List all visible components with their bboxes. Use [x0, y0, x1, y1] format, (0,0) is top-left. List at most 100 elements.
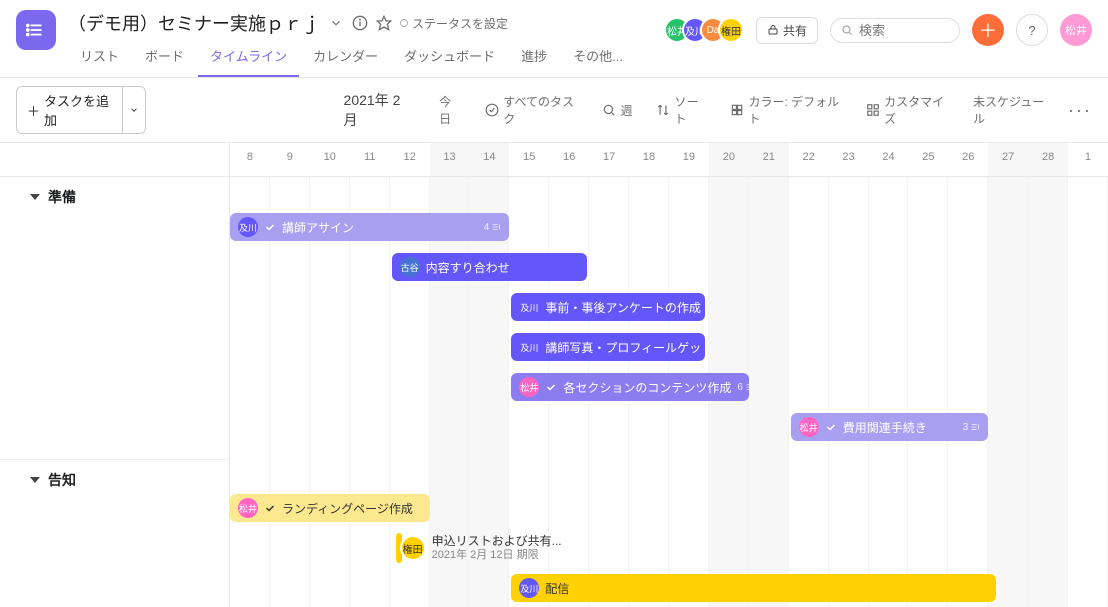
timeline-row: 及川 講師アサイン 4 [230, 209, 1108, 249]
assignee-avatar: 及川 [519, 297, 539, 317]
month-label: 2021年 2月 [344, 90, 410, 130]
date-header: 8910111213141516171819202122232425262728… [230, 143, 1108, 177]
day-header: 23 [829, 143, 869, 176]
timeline-row: 権田申込リストおよび共有...2021年 2月 12日 期限 [230, 530, 1108, 570]
section-name: 準備 [48, 187, 76, 207]
tab-4[interactable]: ダッシュボード [392, 38, 507, 77]
task-milestone[interactable]: 権田申込リストおよび共有...2021年 2月 12日 期限 [396, 530, 562, 566]
section-header[interactable]: 告知 [0, 459, 229, 494]
task-due: 2021年 2月 12日 期限 [432, 549, 562, 562]
assignee-avatar: 松井 [799, 417, 819, 437]
task-bar[interactable]: 及川講師写真・プロフィールゲット [511, 333, 705, 361]
subtask-count: 4 [484, 222, 502, 233]
zoom-icon [602, 103, 616, 117]
project-tabs: リストボードタイムラインカレンダーダッシュボード進捗その他... [68, 38, 652, 77]
day-header: 16 [549, 143, 589, 176]
day-header: 12 [390, 143, 430, 176]
subtask-count: 6 [737, 382, 748, 393]
unscheduled-button[interactable]: 未スケジュール [967, 89, 1056, 131]
sort-button[interactable]: ソート [650, 89, 712, 131]
day-header: 28 [1028, 143, 1068, 176]
task-bar[interactable]: 及川事前・事後アンケートの作成7 [511, 293, 705, 321]
task-bar[interactable]: 及川配信 [511, 574, 996, 602]
add-task-button[interactable]: ＋ タスクを追加 [16, 86, 122, 134]
task-title: 各セクションのコンテンツ作成 [563, 379, 731, 396]
global-add-button[interactable]: ＋ [972, 14, 1004, 46]
today-button[interactable]: 今日 [433, 89, 467, 131]
check-icon [825, 421, 837, 433]
more-menu[interactable]: ··· [1068, 100, 1092, 121]
day-header: 25 [908, 143, 948, 176]
current-user-avatar[interactable]: 松井 [1060, 14, 1092, 46]
chevron-down-icon[interactable] [328, 15, 344, 31]
day-header: 9 [270, 143, 310, 176]
tab-2[interactable]: タイムライン [198, 38, 299, 77]
customize-button[interactable]: カスタマイズ [860, 89, 955, 131]
member-avatars[interactable]: 松井及川Da権田 [664, 17, 744, 43]
timeline: 準備告知 89101112131415161718192021222324252… [0, 143, 1108, 607]
task-title: 内容すり合わせ [426, 259, 510, 276]
status-dot-icon [400, 19, 408, 27]
day-header: 18 [629, 143, 669, 176]
search-field[interactable] [859, 23, 949, 38]
day-header: 11 [350, 143, 390, 176]
collapse-icon[interactable] [30, 194, 40, 200]
customize-icon [866, 103, 880, 117]
assignee-avatar: 及川 [238, 217, 258, 237]
assignee-avatar: 及川 [519, 578, 539, 598]
task-title: 講師アサイン [282, 219, 354, 236]
timeline-row: 及川講師写真・プロフィールゲット [230, 329, 1108, 369]
add-task-dropdown[interactable] [122, 86, 146, 134]
task-bar[interactable]: 松井 各セクションのコンテンツ作成 6 [511, 373, 748, 401]
task-bar[interactable]: 古谷内容すり合わせ [392, 253, 588, 281]
task-bar[interactable]: 松井 費用関連手続き 3 [791, 413, 989, 441]
day-header: 10 [310, 143, 350, 176]
color-selector[interactable]: カラー: デフォルト [724, 89, 848, 131]
tab-1[interactable]: ボード [133, 38, 196, 77]
task-title: ランディングページ作成 [282, 500, 413, 517]
section-header[interactable]: 準備 [0, 177, 229, 211]
tab-3[interactable]: カレンダー [301, 38, 390, 77]
task-title: 講師写真・プロフィールゲット [545, 339, 705, 356]
toolbar: ＋ タスクを追加 2021年 2月 今日 すべてのタスク 週 ソート カラー: … [0, 78, 1108, 143]
tab-0[interactable]: リスト [68, 38, 131, 77]
zoom-selector[interactable]: 週 [596, 98, 638, 123]
day-header: 1 [1068, 143, 1108, 176]
color-icon [730, 103, 744, 117]
project-title[interactable]: （デモ用）セミナー実施ｐｒｊ [68, 10, 320, 36]
tab-6[interactable]: その他... [561, 38, 635, 77]
task-title: 配信 [545, 580, 569, 597]
assignee-avatar: 古谷 [400, 257, 420, 277]
check-circle-icon [485, 103, 499, 117]
task-title: 事前・事後アンケートの作成 [545, 299, 701, 316]
day-header: 19 [669, 143, 709, 176]
assignee-avatar: 松井 [238, 498, 258, 518]
collapse-icon[interactable] [30, 477, 40, 483]
timeline-row: 古谷内容すり合わせ [230, 249, 1108, 289]
day-header: 21 [749, 143, 789, 176]
star-icon[interactable] [376, 15, 392, 31]
set-status[interactable]: ステータスを設定 [400, 15, 508, 32]
section-name: 告知 [48, 470, 76, 490]
search-icon [841, 23, 853, 37]
assignee-avatar: 及川 [519, 337, 539, 357]
assignee-avatar: 松井 [519, 377, 539, 397]
help-button[interactable]: ? [1016, 14, 1048, 46]
timeline-row: 及川配信 [230, 570, 1108, 607]
info-icon[interactable] [352, 15, 368, 31]
task-title: 費用関連手続き [843, 419, 927, 436]
task-bar[interactable]: 及川 講師アサイン 4 [230, 213, 509, 241]
day-header: 20 [709, 143, 749, 176]
member-avatar[interactable]: 権田 [718, 17, 744, 43]
share-button[interactable]: 共有 [756, 17, 818, 44]
day-header: 13 [430, 143, 470, 176]
task-bar[interactable]: 松井 ランディングページ作成 [230, 494, 430, 522]
project-icon[interactable] [16, 10, 56, 50]
all-tasks-filter[interactable]: すべてのタスク [479, 89, 584, 131]
tab-5[interactable]: 進捗 [509, 38, 559, 77]
subtask-count: 3 [963, 422, 981, 433]
day-header: 15 [509, 143, 549, 176]
timeline-row: 及川事前・事後アンケートの作成7 [230, 289, 1108, 329]
search-input[interactable] [830, 18, 960, 43]
header: （デモ用）セミナー実施ｐｒｊ ステータスを設定 リストボードタイムラインカレンダ… [0, 0, 1108, 78]
